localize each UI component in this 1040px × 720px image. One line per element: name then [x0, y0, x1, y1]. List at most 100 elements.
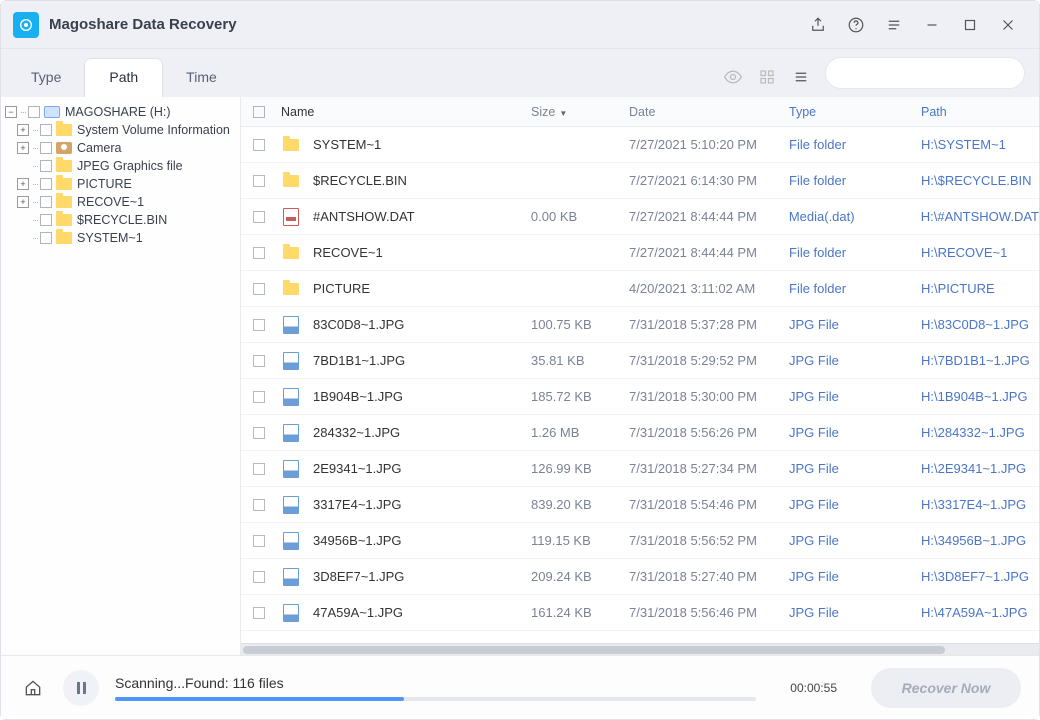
file-path: H:\47A59A~1.JPG: [921, 605, 1039, 620]
tree-checkbox[interactable]: [40, 160, 52, 172]
column-path[interactable]: Path: [921, 105, 1039, 119]
tree-item[interactable]: +···PICTURE: [5, 175, 236, 193]
file-name: SYSTEM~1: [313, 137, 531, 152]
file-name: 2E9341~1.JPG: [313, 461, 531, 476]
minimize-button[interactable]: [913, 6, 951, 44]
file-row[interactable]: $RECYCLE.BIN7/27/2021 6:14:30 PMFile fol…: [241, 163, 1039, 199]
grid-view-icon[interactable]: [757, 67, 777, 87]
tree-item[interactable]: ···$RECYCLE.BIN: [5, 211, 236, 229]
dat-file-icon: [283, 208, 299, 226]
file-row[interactable]: 2E9341~1.JPG126.99 KB7/31/2018 5:27:34 P…: [241, 451, 1039, 487]
search-input[interactable]: [846, 66, 1022, 81]
file-row[interactable]: 1B904B~1.JPG185.72 KB7/31/2018 5:30:00 P…: [241, 379, 1039, 415]
jpg-file-icon: [283, 496, 299, 514]
tree-item[interactable]: +···RECOVE~1: [5, 193, 236, 211]
tree-root[interactable]: − ··· MAGOSHARE (H:): [5, 103, 236, 121]
folder-icon: [283, 139, 299, 151]
row-checkbox[interactable]: [253, 571, 265, 583]
file-date: 7/31/2018 5:27:40 PM: [629, 569, 789, 584]
row-checkbox[interactable]: [253, 463, 265, 475]
close-button[interactable]: [989, 6, 1027, 44]
file-row[interactable]: 3317E4~1.JPG839.20 KB7/31/2018 5:54:46 P…: [241, 487, 1039, 523]
jpg-file-icon: [283, 316, 299, 334]
pause-button[interactable]: [63, 670, 99, 706]
tree-checkbox[interactable]: [40, 232, 52, 244]
file-name: 1B904B~1.JPG: [313, 389, 531, 404]
tree-checkbox[interactable]: [40, 178, 52, 190]
file-row[interactable]: 284332~1.JPG1.26 MB7/31/2018 5:56:26 PMJ…: [241, 415, 1039, 451]
tree-item[interactable]: +···System Volume Information: [5, 121, 236, 139]
file-path: H:\$RECYCLE.BIN: [921, 173, 1039, 188]
row-checkbox[interactable]: [253, 499, 265, 511]
row-checkbox[interactable]: [253, 427, 265, 439]
file-row[interactable]: #ANTSHOW.DAT0.00 KB7/27/2021 8:44:44 PMM…: [241, 199, 1039, 235]
file-name: 34956B~1.JPG: [313, 533, 531, 548]
file-row[interactable]: 7BD1B1~1.JPG35.81 KB7/31/2018 5:29:52 PM…: [241, 343, 1039, 379]
file-row[interactable]: RECOVE~17/27/2021 8:44:44 PMFile folderH…: [241, 235, 1039, 271]
preview-icon[interactable]: [723, 67, 743, 87]
expand-toggle[interactable]: +: [17, 196, 29, 208]
list-view-icon[interactable]: [791, 67, 811, 87]
tree-checkbox[interactable]: [40, 196, 52, 208]
file-path: H:\284332~1.JPG: [921, 425, 1039, 440]
file-size: 1.26 MB: [531, 425, 629, 440]
expand-toggle[interactable]: −: [5, 106, 17, 118]
tree-checkbox[interactable]: [40, 142, 52, 154]
file-path: H:\1B904B~1.JPG: [921, 389, 1039, 404]
file-name: 83C0D8~1.JPG: [313, 317, 531, 332]
file-size: 119.15 KB: [531, 533, 629, 548]
home-button[interactable]: [19, 674, 47, 702]
file-row[interactable]: SYSTEM~17/27/2021 5:10:20 PMFile folderH…: [241, 127, 1039, 163]
app-logo: [13, 12, 39, 38]
tree-checkbox[interactable]: [28, 106, 40, 118]
row-checkbox[interactable]: [253, 607, 265, 619]
expand-toggle[interactable]: +: [17, 142, 29, 154]
file-row[interactable]: 83C0D8~1.JPG100.75 KB7/31/2018 5:37:28 P…: [241, 307, 1039, 343]
file-row[interactable]: PICTURE4/20/2021 3:11:02 AMFile folderH:…: [241, 271, 1039, 307]
column-name[interactable]: Name: [281, 105, 531, 119]
search-box[interactable]: [825, 57, 1025, 89]
row-checkbox[interactable]: [253, 319, 265, 331]
expand-toggle[interactable]: +: [17, 124, 29, 136]
column-type[interactable]: Type: [789, 105, 921, 119]
help-icon[interactable]: [837, 6, 875, 44]
tree-item[interactable]: +···Camera: [5, 139, 236, 157]
recover-now-button[interactable]: Recover Now: [871, 668, 1021, 708]
tree-item[interactable]: ···SYSTEM~1: [5, 229, 236, 247]
horizontal-scrollbar[interactable]: [241, 643, 1039, 655]
folder-tree[interactable]: − ··· MAGOSHARE (H:) +···System Volume I…: [1, 97, 241, 655]
expand-toggle[interactable]: +: [17, 178, 29, 190]
select-all-checkbox[interactable]: [253, 106, 265, 118]
row-checkbox[interactable]: [253, 211, 265, 223]
row-checkbox[interactable]: [253, 535, 265, 547]
row-checkbox[interactable]: [253, 283, 265, 295]
row-checkbox[interactable]: [253, 175, 265, 187]
tree-item[interactable]: ···JPEG Graphics file: [5, 157, 236, 175]
column-size[interactable]: Size▼: [531, 105, 629, 119]
file-type: JPG File: [789, 425, 921, 440]
row-checkbox[interactable]: [253, 139, 265, 151]
row-checkbox[interactable]: [253, 355, 265, 367]
row-checkbox[interactable]: [253, 391, 265, 403]
file-date: 7/31/2018 5:56:46 PM: [629, 605, 789, 620]
tree-checkbox[interactable]: [40, 124, 52, 136]
file-path: H:\3317E4~1.JPG: [921, 497, 1039, 512]
tab-path[interactable]: Path: [85, 59, 162, 97]
row-checkbox[interactable]: [253, 247, 265, 259]
file-list[interactable]: SYSTEM~17/27/2021 5:10:20 PMFile folderH…: [241, 127, 1039, 643]
folder-icon: [283, 283, 299, 295]
tree-item-label: $RECYCLE.BIN: [77, 213, 167, 227]
menu-icon[interactable]: [875, 6, 913, 44]
share-icon[interactable]: [799, 6, 837, 44]
file-row[interactable]: 47A59A~1.JPG161.24 KB7/31/2018 5:56:46 P…: [241, 595, 1039, 631]
scan-status-text: Scanning...Found: 116 files: [115, 675, 756, 691]
column-date[interactable]: Date: [629, 105, 789, 119]
tree-checkbox[interactable]: [40, 214, 52, 226]
file-row[interactable]: 3D8EF7~1.JPG209.24 KB7/31/2018 5:27:40 P…: [241, 559, 1039, 595]
title-bar: Magoshare Data Recovery: [1, 1, 1039, 49]
file-row[interactable]: 34956B~1.JPG119.15 KB7/31/2018 5:56:52 P…: [241, 523, 1039, 559]
maximize-button[interactable]: [951, 6, 989, 44]
tab-time[interactable]: Time: [162, 59, 241, 97]
app-title: Magoshare Data Recovery: [49, 16, 237, 33]
tab-type[interactable]: Type: [7, 59, 85, 97]
